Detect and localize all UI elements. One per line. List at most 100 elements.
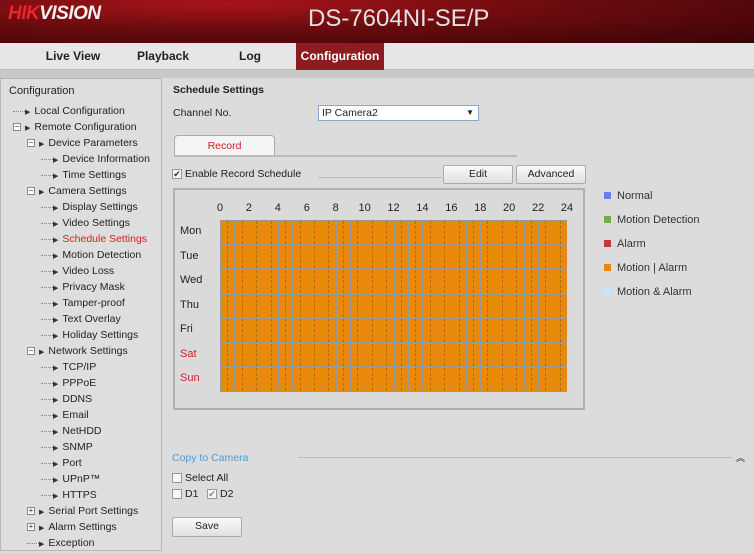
- schedule-cell[interactable]: [322, 221, 330, 244]
- schedule-cell[interactable]: [553, 270, 561, 293]
- schedule-cell-half[interactable]: [401, 294, 408, 317]
- schedule-cell-half[interactable]: [445, 368, 452, 391]
- schedule-cell-half[interactable]: [271, 319, 278, 342]
- schedule-cell[interactable]: [423, 319, 431, 342]
- schedule-cell-half[interactable]: [314, 245, 322, 268]
- schedule-cell-half[interactable]: [257, 294, 264, 317]
- schedule-cell[interactable]: [249, 294, 258, 317]
- schedule-cell-half[interactable]: [358, 368, 365, 391]
- sidebar-item[interactable]: ▶ Display Settings: [41, 199, 138, 215]
- schedule-cell[interactable]: [307, 294, 315, 317]
- schedule-cell[interactable]: [481, 368, 489, 391]
- sidebar-item[interactable]: − ▶ Remote Configuration: [13, 119, 137, 135]
- schedule-cell-half[interactable]: [401, 245, 408, 268]
- schedule-cell[interactable]: [365, 343, 373, 366]
- schedule-cell-half[interactable]: [271, 270, 278, 293]
- schedule-cell[interactable]: [510, 221, 518, 244]
- collapse-icon[interactable]: −: [27, 347, 35, 356]
- schedule-cell[interactable]: [553, 319, 561, 342]
- schedule-cell-half[interactable]: [329, 368, 336, 391]
- schedule-cell-half[interactable]: [459, 368, 466, 391]
- schedule-cell-half[interactable]: [257, 319, 264, 342]
- schedule-cell[interactable]: [351, 294, 359, 317]
- schedule-cell-half[interactable]: [314, 319, 322, 342]
- sidebar-item[interactable]: − ▶ Network Settings: [27, 343, 128, 359]
- schedule-cell[interactable]: [437, 294, 446, 317]
- schedule-cell-half[interactable]: [459, 221, 466, 244]
- schedule-cell-half[interactable]: [358, 270, 365, 293]
- schedule-cell-half[interactable]: [560, 319, 567, 342]
- sidebar-item[interactable]: ▶ Time Settings: [41, 167, 126, 183]
- sidebar-item[interactable]: ▶ Port: [41, 455, 82, 471]
- schedule-cell[interactable]: [423, 294, 431, 317]
- schedule-cell[interactable]: [539, 319, 547, 342]
- schedule-cell[interactable]: [336, 368, 344, 391]
- tab-playback[interactable]: Playback: [120, 43, 206, 70]
- schedule-cell[interactable]: [235, 319, 243, 342]
- schedule-cell[interactable]: [322, 343, 330, 366]
- schedule-cell[interactable]: [510, 368, 518, 391]
- schedule-cell-half[interactable]: [502, 245, 510, 268]
- schedule-cell[interactable]: [336, 221, 344, 244]
- schedule-cell-half[interactable]: [517, 294, 524, 317]
- schedule-cell[interactable]: [380, 270, 388, 293]
- schedule-cell[interactable]: [553, 245, 561, 268]
- schedule-cell[interactable]: [510, 343, 518, 366]
- schedule-cell-half[interactable]: [271, 368, 278, 391]
- schedule-cell[interactable]: [466, 270, 474, 293]
- schedule-cell-half[interactable]: [343, 343, 351, 366]
- schedule-cell-half[interactable]: [329, 245, 336, 268]
- sidebar-item[interactable]: ▶ Text Overlay: [41, 311, 121, 327]
- schedule-cell[interactable]: [249, 270, 258, 293]
- schedule-cell[interactable]: [221, 270, 229, 293]
- schedule-grid[interactable]: [220, 220, 567, 392]
- schedule-cell[interactable]: [307, 368, 315, 391]
- schedule-cell[interactable]: [437, 368, 446, 391]
- schedule-cell[interactable]: [249, 368, 258, 391]
- schedule-cell[interactable]: [351, 343, 359, 366]
- schedule-cell[interactable]: [365, 319, 373, 342]
- schedule-cell[interactable]: [553, 368, 561, 391]
- schedule-cell-half[interactable]: [257, 368, 264, 391]
- sidebar-item[interactable]: ▶ SNMP: [41, 439, 93, 455]
- schedule-cell-half[interactable]: [517, 319, 524, 342]
- schedule-cell[interactable]: [235, 270, 243, 293]
- schedule-cell-half[interactable]: [459, 319, 466, 342]
- schedule-cell-half[interactable]: [343, 245, 351, 268]
- schedule-cell-half[interactable]: [502, 343, 510, 366]
- schedule-cell-half[interactable]: [517, 245, 524, 268]
- schedule-cell-half[interactable]: [300, 368, 307, 391]
- schedule-cell-half[interactable]: [416, 221, 423, 244]
- schedule-cell[interactable]: [293, 221, 301, 244]
- schedule-cell-half[interactable]: [445, 343, 452, 366]
- schedule-cell[interactable]: [423, 270, 431, 293]
- schedule-cell[interactable]: [539, 245, 547, 268]
- schedule-cell[interactable]: [293, 368, 301, 391]
- schedule-cell[interactable]: [408, 368, 417, 391]
- schedule-cell[interactable]: [307, 319, 315, 342]
- schedule-cell-half[interactable]: [314, 270, 322, 293]
- schedule-cell-half[interactable]: [401, 368, 408, 391]
- schedule-cell-half[interactable]: [228, 294, 235, 317]
- schedule-cell-half[interactable]: [546, 221, 553, 244]
- schedule-cell[interactable]: [249, 319, 258, 342]
- schedule-cell-half[interactable]: [430, 270, 437, 293]
- schedule-cell-half[interactable]: [387, 245, 394, 268]
- schedule-cell-half[interactable]: [242, 245, 249, 268]
- schedule-cell-half[interactable]: [242, 270, 249, 293]
- schedule-cell-half[interactable]: [387, 319, 394, 342]
- schedule-cell-half[interactable]: [459, 343, 466, 366]
- schedule-cell[interactable]: [351, 368, 359, 391]
- schedule-cell[interactable]: [307, 221, 315, 244]
- schedule-cell-half[interactable]: [488, 221, 495, 244]
- sidebar-item[interactable]: ▶ Video Loss: [41, 263, 114, 279]
- schedule-cell-half[interactable]: [358, 294, 365, 317]
- schedule-cell[interactable]: [452, 368, 460, 391]
- schedule-cell-half[interactable]: [228, 319, 235, 342]
- tab-live-view[interactable]: Live View: [30, 43, 116, 70]
- schedule-cell-half[interactable]: [560, 294, 567, 317]
- schedule-cell-half[interactable]: [387, 270, 394, 293]
- schedule-cell-half[interactable]: [300, 221, 307, 244]
- schedule-cell[interactable]: [524, 368, 532, 391]
- schedule-cell-half[interactable]: [445, 221, 452, 244]
